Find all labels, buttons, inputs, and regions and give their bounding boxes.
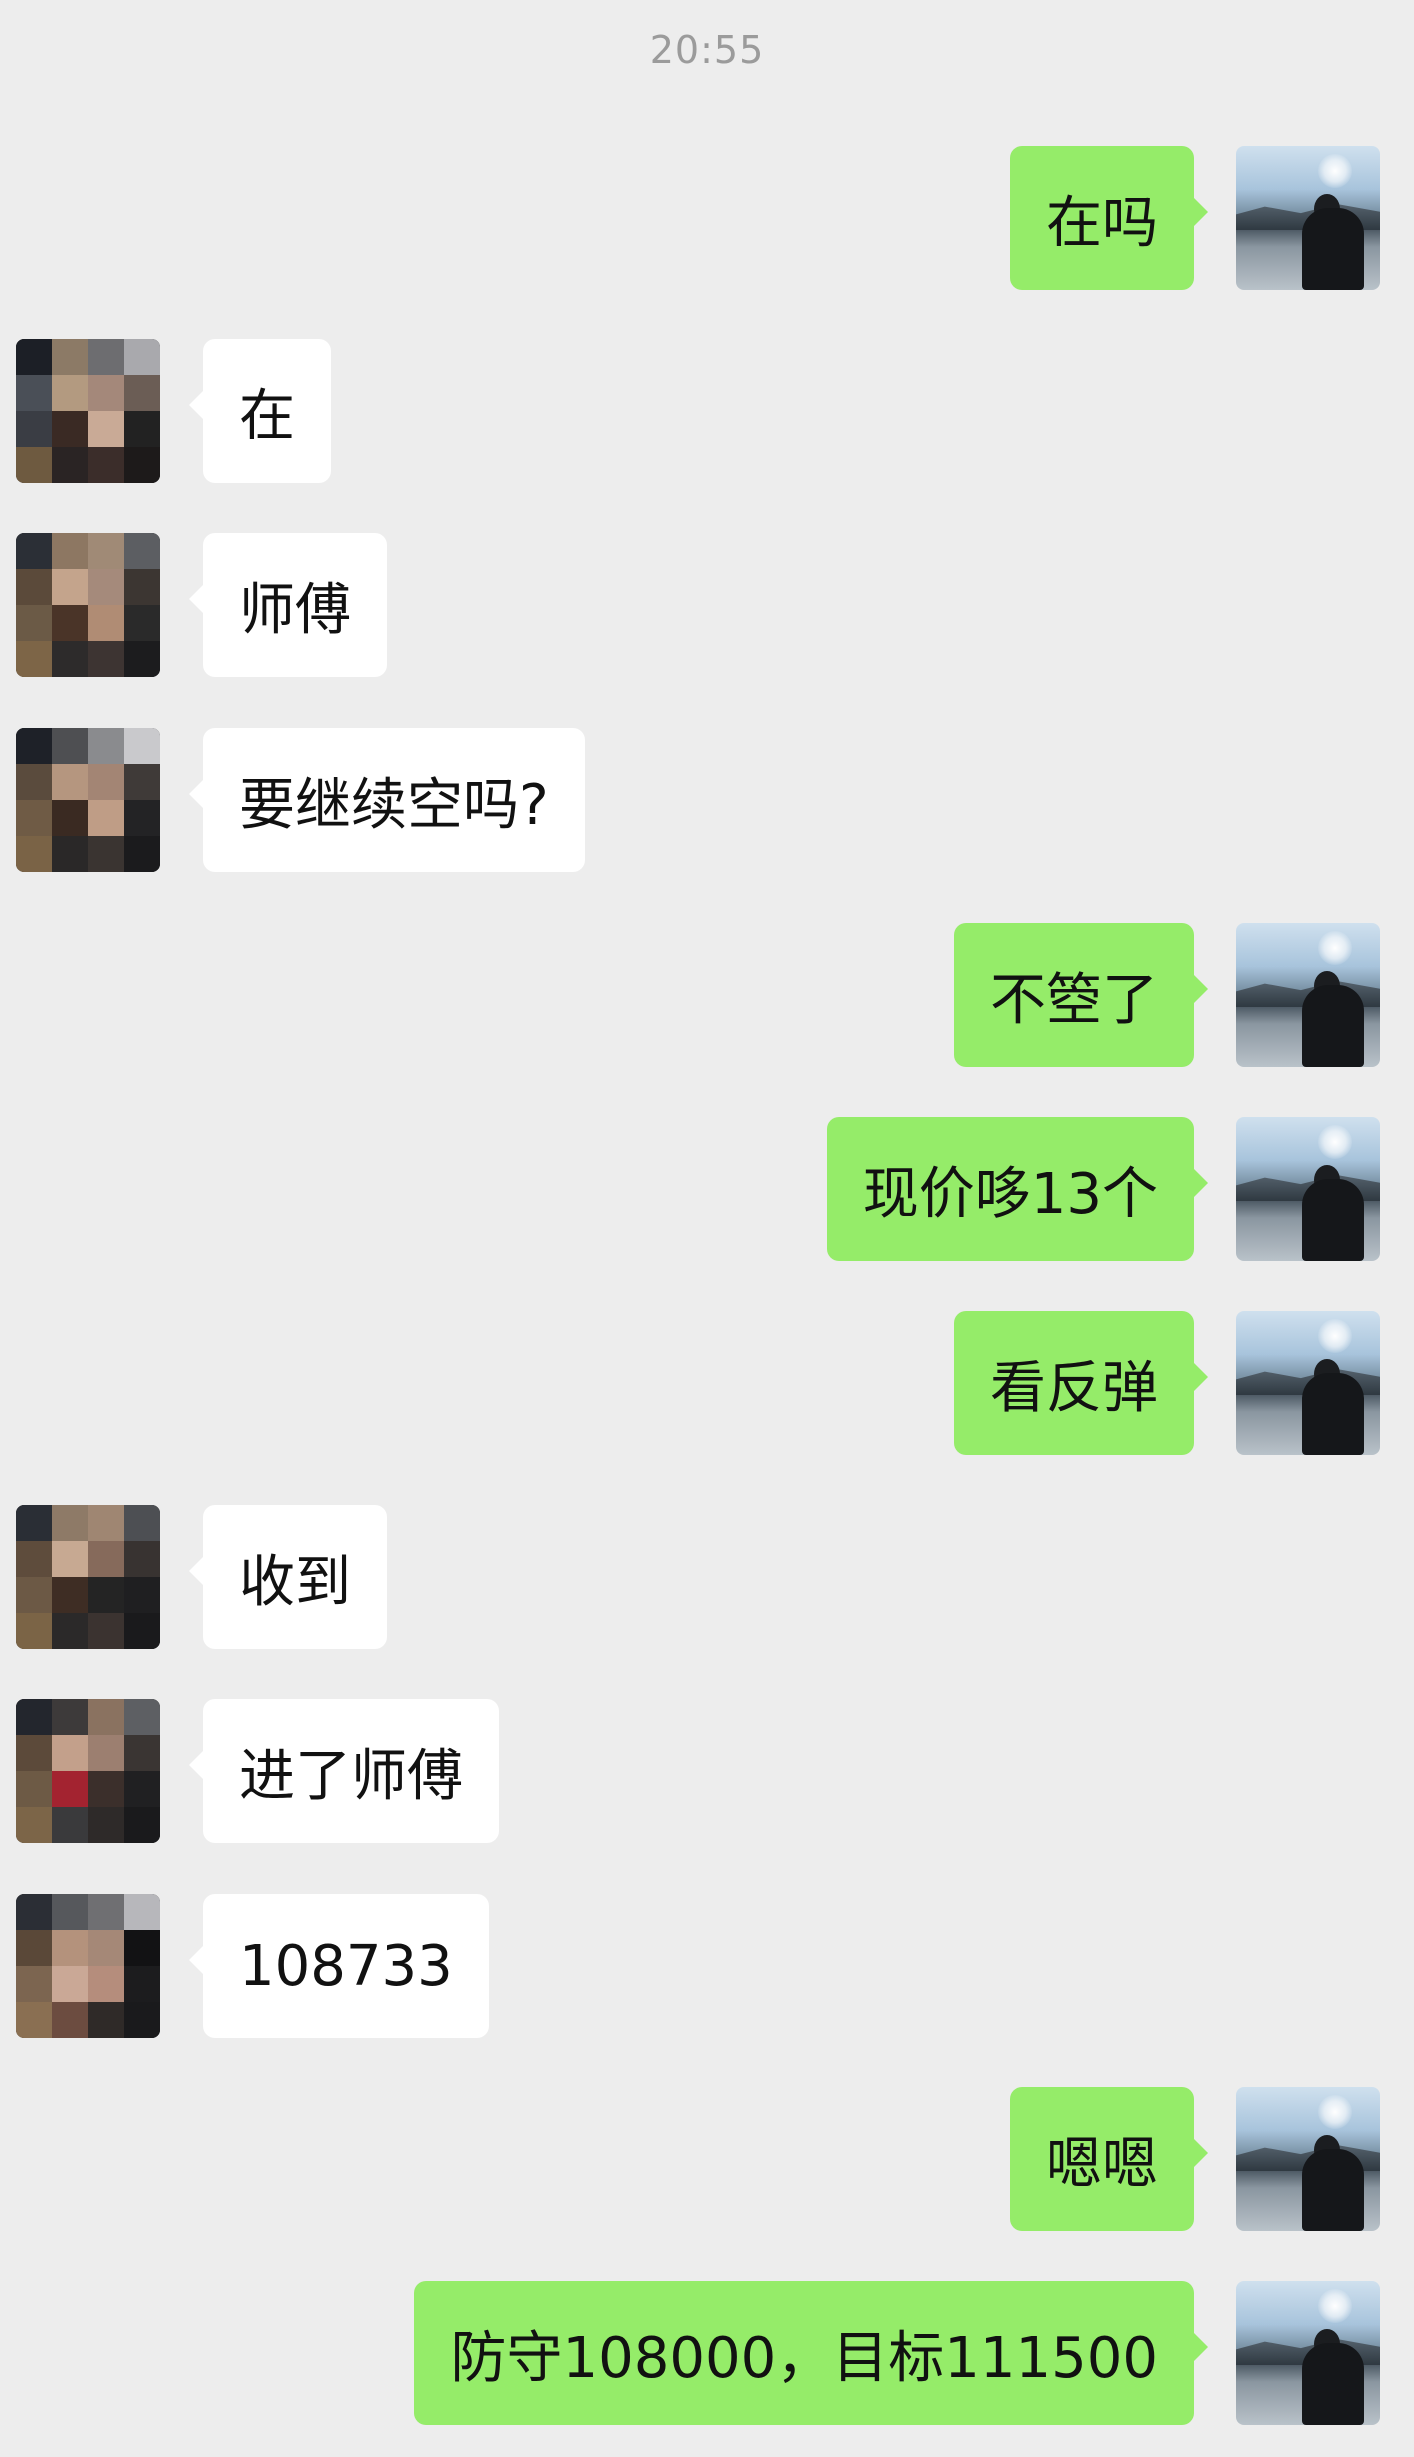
message-bubble-received[interactable]: 收到 <box>189 1505 387 1649</box>
message-row-sent: 看反弹 <box>0 1311 1414 1461</box>
message-bubble-received[interactable]: 108733 <box>189 1894 489 2038</box>
receiver-avatar-icon[interactable] <box>16 1894 160 2038</box>
receiver-avatar-icon[interactable] <box>16 1505 160 1649</box>
sender-avatar-icon[interactable] <box>1236 1311 1380 1455</box>
sender-avatar-icon[interactable] <box>1236 2281 1380 2425</box>
message-row-sent: 在吗 <box>0 146 1414 296</box>
receiver-avatar-icon[interactable] <box>16 339 160 483</box>
sender-avatar-icon[interactable] <box>1236 1117 1380 1261</box>
message-row-received: 师傅 <box>0 533 1414 683</box>
message-bubble-received[interactable]: 要继续空吗? <box>189 728 585 872</box>
sender-avatar-icon[interactable] <box>1236 923 1380 1067</box>
receiver-avatar-icon[interactable] <box>16 533 160 677</box>
receiver-avatar-icon[interactable] <box>16 1699 160 1843</box>
sender-avatar-icon[interactable] <box>1236 2087 1380 2231</box>
message-row-received: 进了师傅 <box>0 1699 1414 1849</box>
message-bubble-sent[interactable]: 嗯嗯 <box>1010 2087 1208 2231</box>
message-row-received: 108733 <box>0 1894 1414 2044</box>
message-bubble-received[interactable]: 师傅 <box>189 533 387 677</box>
message-bubble-sent[interactable]: 不箜了 <box>954 923 1208 1067</box>
message-row-received: 要继续空吗? <box>0 728 1414 878</box>
sender-avatar-icon[interactable] <box>1236 146 1380 290</box>
message-bubble-received[interactable]: 在 <box>189 339 331 483</box>
message-bubble-sent[interactable]: 在吗 <box>1010 146 1208 290</box>
message-bubble-sent[interactable]: 看反弹 <box>954 1311 1208 1455</box>
message-bubble-sent[interactable]: 防守108000，目标111500 <box>414 2281 1208 2425</box>
message-row-sent: 防守108000，目标111500 <box>0 2281 1414 2431</box>
message-row-sent: 现价哆13个 <box>0 1117 1414 1267</box>
message-bubble-received[interactable]: 进了师傅 <box>189 1699 499 1843</box>
message-row-sent: 不箜了 <box>0 923 1414 1073</box>
chat-view: 20:55 在吗 在 师傅 要继续空吗? 不箜了 现价哆13个 看反弹 收到 进… <box>0 0 1414 2457</box>
message-timestamp: 20:55 <box>649 28 765 72</box>
message-row-sent: 嗯嗯 <box>0 2087 1414 2237</box>
receiver-avatar-icon[interactable] <box>16 728 160 872</box>
message-row-received: 收到 <box>0 1505 1414 1655</box>
message-bubble-sent[interactable]: 现价哆13个 <box>826 1117 1209 1261</box>
message-row-received: 在 <box>0 339 1414 489</box>
